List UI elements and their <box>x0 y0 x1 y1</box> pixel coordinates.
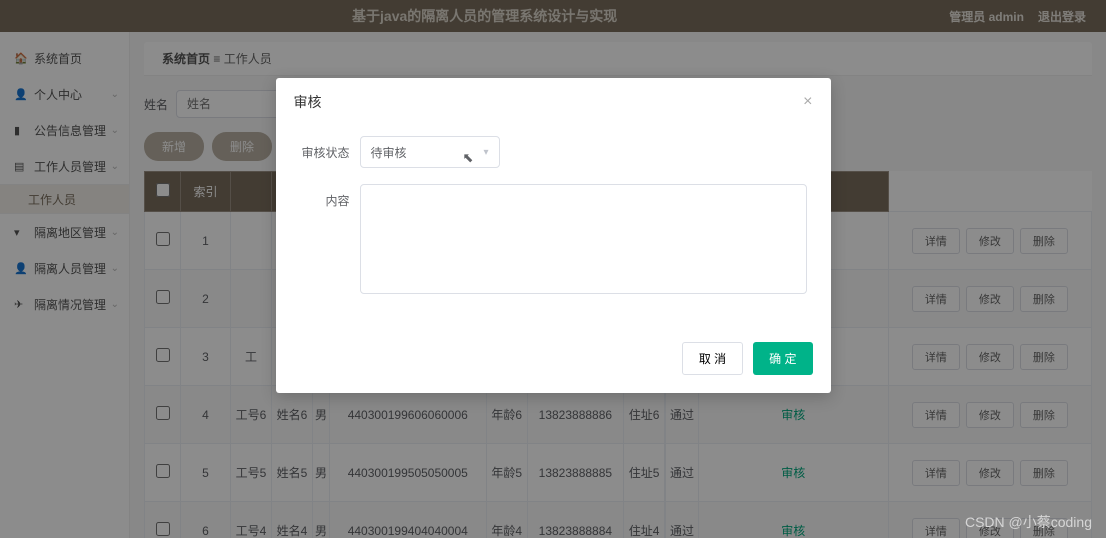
chevron-down-icon: ▾ <box>483 147 488 158</box>
status-label: 审核状态 <box>300 136 360 161</box>
status-select-value: 待审核 <box>371 144 407 161</box>
content-label: 内容 <box>300 184 360 209</box>
close-icon[interactable]: × <box>803 93 812 111</box>
watermark: CSDN @小蔡coding <box>965 512 1092 532</box>
audit-dialog: 审核 × 审核状态 待审核 ▾ ⬉ 内容 取 消 确 定 <box>276 78 831 393</box>
status-select[interactable]: 待审核 ▾ ⬉ <box>360 136 500 168</box>
confirm-button[interactable]: 确 定 <box>753 342 812 375</box>
modal-mask[interactable]: 审核 × 审核状态 待审核 ▾ ⬉ 内容 取 消 确 定 <box>0 0 1106 538</box>
dialog-title: 审核 <box>294 92 322 112</box>
cancel-button[interactable]: 取 消 <box>682 342 743 375</box>
cursor-icon: ⬉ <box>463 150 474 166</box>
content-textarea[interactable] <box>360 184 807 294</box>
